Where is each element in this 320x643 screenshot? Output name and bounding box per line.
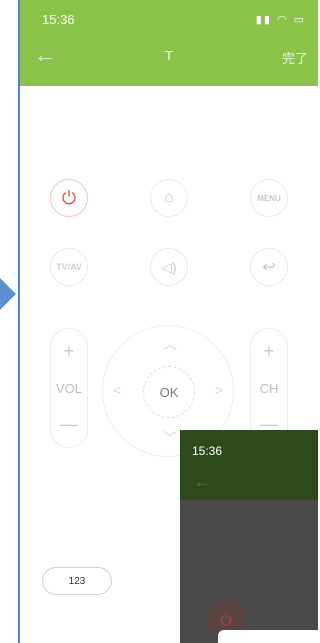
done-button[interactable]: 完了 bbox=[282, 48, 308, 67]
mute-button[interactable]: ◁) bbox=[150, 248, 188, 286]
ok-button[interactable]: OK bbox=[143, 366, 195, 418]
numpad-label: 123 bbox=[68, 575, 86, 587]
home-icon: ⌂ bbox=[164, 189, 174, 206]
channel-label: CH bbox=[259, 381, 279, 396]
inset-screenshot: 15:36 ← ⏻ bbox=[180, 430, 318, 643]
tvav-button[interactable]: TV/AV bbox=[50, 248, 88, 286]
home-button[interactable]: ⌂ bbox=[150, 179, 188, 217]
volume-label: VOL bbox=[55, 381, 82, 396]
menu-button[interactable]: MENU bbox=[250, 179, 288, 217]
menu-label: MENU bbox=[257, 193, 281, 203]
dpad-down-button[interactable]: ﹀ bbox=[163, 428, 177, 448]
left-annotation-arrowhead bbox=[0, 278, 16, 310]
dpad-left-button[interactable]: < bbox=[113, 382, 121, 398]
volume-down-button[interactable]: — bbox=[51, 414, 87, 435]
page-title: T bbox=[165, 48, 173, 63]
status-icons: ▮▮ ◠ ▭ bbox=[255, 14, 306, 26]
return-button[interactable]: ↩ bbox=[250, 248, 288, 286]
tvav-label: TV/AV bbox=[56, 262, 82, 272]
power-icon: ⏻ bbox=[61, 187, 77, 208]
dpad-up-button[interactable]: ︿ bbox=[163, 334, 177, 354]
return-icon: ↩ bbox=[262, 259, 276, 276]
power-button[interactable]: ⏻ bbox=[50, 179, 88, 217]
numpad-button[interactable]: 123 bbox=[42, 567, 112, 595]
channel-up-button[interactable]: + bbox=[251, 341, 287, 362]
mute-icon: ◁) bbox=[161, 258, 177, 275]
status-time: 15:36 bbox=[42, 12, 75, 27]
dpad-right-button[interactable]: > bbox=[215, 382, 223, 398]
inset-dialog bbox=[218, 630, 318, 643]
inset-back-arrow-icon: ← bbox=[194, 474, 210, 491]
inset-power-glyph: ⏻ bbox=[220, 611, 232, 628]
volume-control: + VOL — bbox=[50, 328, 88, 448]
ok-label: OK bbox=[159, 384, 179, 400]
inset-header: 15:36 ← bbox=[180, 430, 318, 500]
inset-status-time: 15:36 bbox=[192, 444, 223, 458]
app-header: 15:36 ▮▮ ◠ ▭ ← T 完了 bbox=[20, 0, 318, 86]
volume-up-button[interactable]: + bbox=[51, 341, 87, 362]
